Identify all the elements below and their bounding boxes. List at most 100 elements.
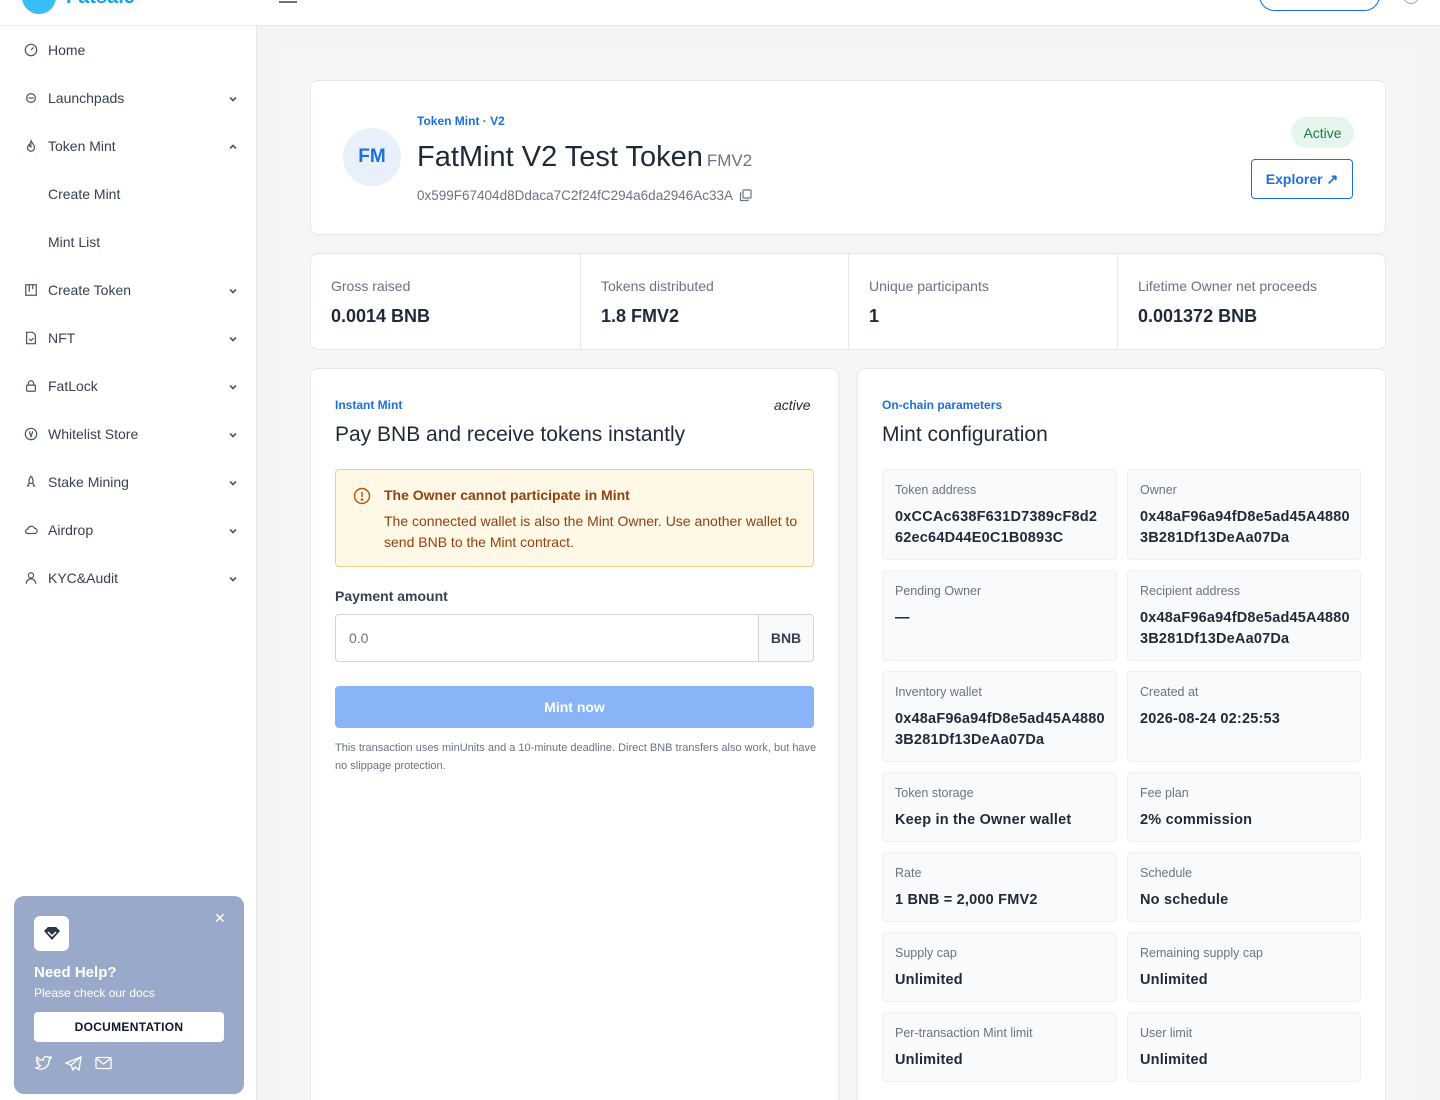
param-label: Recipient address [1140,584,1241,598]
sidebar-item-label: Airdrop [48,522,94,538]
brand-logo[interactable]: Fatsale [22,0,135,14]
owner-warning: The Owner cannot participate in Mint The… [335,469,814,567]
sidebar-item-stake-mining[interactable]: Stake Mining [0,458,257,506]
sidebar-item-airdrop[interactable]: Airdrop [0,506,257,554]
rocket-small-icon [23,475,38,490]
social-links [34,1054,112,1072]
connect-wallet-button[interactable] [1259,0,1380,11]
param-value: Unlimited [895,972,963,988]
payment-amount-input[interactable] [335,614,759,662]
flame-icon [23,139,38,154]
param-label: Token storage [895,786,974,800]
sidebar-item-label: Token Mint [48,138,116,154]
chevron-down-icon [227,428,239,440]
param-inventory-wallet: Inventory wallet 0x48aF96a94fD8e5ad45A48… [882,671,1117,762]
param-owner: Owner 0x48aF96a94fD8e5ad45A48803B281Df13… [1127,469,1361,560]
chevron-down-icon [227,332,239,344]
mint-eyebrow: Instant Mint [335,398,403,412]
close-icon[interactable]: ✕ [214,910,226,927]
stat-value: 0.0014 BNB [331,306,431,326]
stat-label: Gross raised [331,278,411,294]
param-label: Inventory wallet [895,685,982,699]
mint-title: Pay BNB and receive tokens instantly [335,423,686,446]
token-eyebrow: Token Mint · V2 [417,114,505,128]
param-value: Unlimited [1140,972,1208,988]
param-remaining-supply-cap: Remaining supply cap Unlimited [1127,932,1361,1002]
stat-value: 0.001372 BNB [1138,306,1258,326]
param-value: 0x48aF96a94fD8e5ad45A48803B281Df13DeAa07… [1140,509,1350,546]
param-value: — [895,610,910,626]
payment-amount-label: Payment amount [335,588,448,604]
param-pending-owner: Pending Owner — [882,570,1117,661]
sidebar-item-whitelist-store[interactable]: Whitelist Store [0,410,257,458]
sidebar-item-label: Home [48,42,86,58]
sidebar: Home Launchpads Token Mint Create Mint M… [0,26,257,1100]
config-title: Mint configuration [882,423,1048,446]
stat-label: Tokens distributed [601,278,714,294]
config-eyebrow: On-chain parameters [882,398,1003,412]
stat-label: Unique participants [869,278,989,294]
stat-owner-net-proceeds: Lifetime Owner net proceeds 0.001372 BNB [1118,254,1385,349]
top-bar: Fatsale [0,0,1440,26]
param-value: Keep in the Owner wallet [895,812,1072,828]
coin-icon [23,427,38,442]
token-title: FatMint V2 Test Token FMV2 [417,141,752,174]
warning-text: The connected wallet is also the Mint Ow… [384,513,798,550]
param-value: 1 BNB = 2,000 FMV2 [895,892,1038,908]
warning-icon [353,487,371,505]
token-address-row: 0x599F67404d8Ddaca7C2f24fC294a6da2946Ac3… [417,188,752,203]
param-created-at: Created at 2026-08-24 02:25:53 [1127,671,1361,762]
param-label: Remaining supply cap [1140,946,1263,960]
stat-value: 1.8 FMV2 [601,306,680,326]
param-schedule: Schedule No schedule [1127,852,1361,922]
copy-icon[interactable] [739,189,752,202]
param-label: Rate [895,866,922,880]
param-value: Unlimited [895,1052,963,1068]
sidebar-item-token-mint[interactable]: Token Mint [0,122,257,170]
sidebar-item-launchpads[interactable]: Launchpads [0,74,257,122]
sidebar-item-home[interactable]: Home [0,26,257,74]
sidebar-item-mint-list[interactable]: Mint List [0,218,257,266]
mint-note: This transaction uses minUnits and a 10-… [335,742,817,772]
stat-tokens-distributed: Tokens distributed 1.8 FMV2 [581,254,849,349]
param-recipient-address: Recipient address 0x48aF96a94fD8e5ad45A4… [1127,570,1361,661]
help-title: Need Help? [34,964,117,981]
main-content: FM Token Mint · V2 FatMint V2 Test Token… [280,50,1416,1100]
sidebar-item-label: Create Token [48,282,132,298]
sidebar-item-create-token[interactable]: Create Token [0,266,257,314]
mint-now-button[interactable]: Mint now [335,686,814,728]
telegram-icon[interactable] [64,1054,82,1072]
param-label: Per-transaction Mint limit [895,1026,1033,1040]
twitter-icon[interactable] [34,1054,52,1072]
theme-toggle-icon[interactable] [1403,0,1419,4]
stat-unique-participants: Unique participants 1 [849,254,1118,349]
chevron-down-icon [227,380,239,392]
chevron-down-icon [227,572,239,584]
diamond-icon [34,916,69,951]
sidebar-item-label: KYC&Audit [48,570,119,586]
menu-toggle-icon[interactable] [279,0,297,3]
sidebar-item-nft[interactable]: NFT [0,314,257,362]
help-subtitle: Please check our docs [34,986,155,1000]
sidebar-item-fatlock[interactable]: FatLock [0,362,257,410]
documentation-button[interactable]: DOCUMENTATION [34,1012,224,1042]
sidebar-item-create-mint[interactable]: Create Mint [0,170,257,218]
sidebar-item-label: NFT [48,330,76,346]
payment-unit: BNB [758,614,814,662]
chevron-down-icon [227,524,239,536]
token-symbol: FMV2 [706,151,753,170]
token-avatar: FM [343,128,401,186]
param-value: 2% commission [1140,812,1253,828]
mail-icon[interactable] [94,1054,112,1072]
sidebar-item-label: Mint List [48,234,101,250]
param-label: Created at [1140,685,1199,699]
param-supply-cap: Supply cap Unlimited [882,932,1117,1002]
explorer-button[interactable]: Explorer ↗ [1251,159,1353,199]
sidebar-item-label: Create Mint [48,186,121,202]
sidebar-item-kyc-audit[interactable]: KYC&Audit [0,554,257,602]
param-token-storage: Token storage Keep in the Owner wallet [882,772,1117,842]
param-token-address: Token address 0xCCAc638F631D7389cF8d262e… [882,469,1117,560]
warning-title: The Owner cannot participate in Mint [384,487,630,503]
param-value: 2026-08-24 02:25:53 [1140,711,1281,727]
token-address: 0x599F67404d8Ddaca7C2f24fC294a6da2946Ac3… [417,188,734,203]
